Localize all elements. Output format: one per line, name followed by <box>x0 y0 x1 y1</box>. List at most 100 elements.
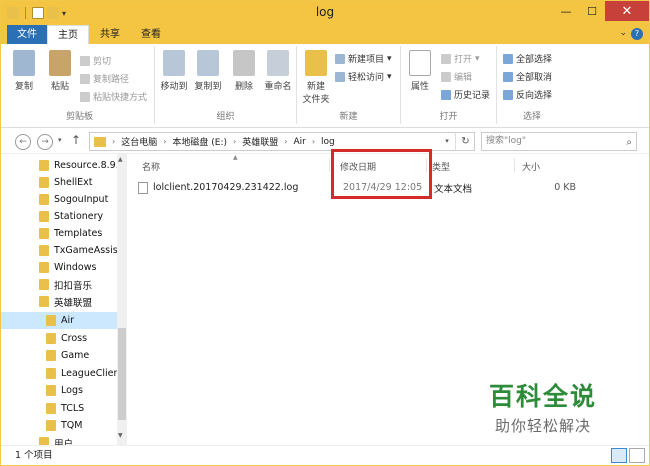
group-label: 打开 <box>439 112 458 122</box>
properties-button[interactable]: 属性 <box>403 50 437 92</box>
folder-icon <box>46 385 56 396</box>
folder-icon <box>46 368 56 379</box>
tab-home[interactable]: 主页 <box>47 25 89 44</box>
paste-shortcut-button[interactable]: 粘贴快捷方式 <box>80 90 147 103</box>
column-header-name[interactable]: 名称 <box>142 160 160 173</box>
nav-item[interactable]: Resource.8.9. <box>39 157 119 174</box>
breadcrumb-item[interactable]: 本地磁盘 (E:) <box>172 135 227 148</box>
ribbon-tabs: 文件 主页 共享 查看 <box>1 25 649 44</box>
nav-item[interactable]: TQM <box>46 417 82 434</box>
scrollbar-thumb[interactable] <box>118 328 126 420</box>
new-item-button[interactable]: 新建项目 ▾ <box>335 52 392 65</box>
copy-path-button[interactable]: 复制路径 <box>80 72 129 85</box>
nav-item[interactable]: SogouInput <box>39 191 108 208</box>
up-button[interactable]: ↑ <box>71 133 81 147</box>
folder-icon <box>94 136 106 147</box>
file-size: 0 KB <box>554 182 576 193</box>
new-group: 新建 文件夹 新建项目 ▾ 轻松访问 ▾ 新建 <box>297 46 401 124</box>
nav-item[interactable]: Game <box>46 347 89 364</box>
folder-icon <box>46 333 56 344</box>
window-controls: — ☐ ✕ <box>553 1 649 21</box>
edit-icon <box>441 71 451 82</box>
tab-share[interactable]: 共享 <box>90 25 130 44</box>
recent-locations-icon[interactable]: ▾ <box>58 136 62 144</box>
column-header-type[interactable]: 类型 <box>432 160 450 173</box>
history-button[interactable]: 历史记录 <box>441 88 490 101</box>
select-all-button[interactable]: 全部选择 <box>503 52 552 65</box>
nav-item[interactable]: Cross <box>46 330 87 347</box>
nav-item[interactable]: Windows <box>39 259 96 276</box>
details-view-icon[interactable] <box>611 448 627 463</box>
forward-button[interactable]: → <box>37 134 53 150</box>
new-folder-button[interactable]: 新建 文件夹 <box>299 50 333 105</box>
invert-selection-button[interactable]: 反向选择 <box>503 88 552 101</box>
move-to-button[interactable]: 移动到 <box>157 50 191 92</box>
nav-scrollbar[interactable]: ▲ ▼ <box>117 154 127 445</box>
window-title: log <box>315 5 335 19</box>
nav-item-selected[interactable]: Air <box>1 312 117 329</box>
folder-icon <box>39 296 49 307</box>
nav-item[interactable]: TCLS <box>46 400 84 417</box>
folder-icon <box>39 279 49 290</box>
edit-button[interactable]: 编辑 <box>441 70 472 83</box>
item-count: 1 个项目 <box>15 450 53 461</box>
folder-icon <box>39 160 49 171</box>
breadcrumb-item[interactable]: log <box>321 137 335 147</box>
navigation-pane: Resource.8.9. ShellExt SogouInput Statio… <box>1 154 128 445</box>
breadcrumb-item[interactable]: 英雄联盟 <box>242 135 278 148</box>
nav-item[interactable]: 扣扣音乐 <box>39 276 92 293</box>
back-button[interactable]: ← <box>15 134 31 150</box>
nav-item[interactable]: LeagueClien <box>46 365 119 382</box>
search-input[interactable]: 搜索"log" ⌕ <box>481 132 637 151</box>
highlight-box <box>331 149 432 199</box>
group-label: 剪贴板 <box>65 112 93 122</box>
open-group: 属性 打开 ▾ 编辑 历史记录 打开 <box>401 46 497 124</box>
copy-to-button[interactable]: 复制到 <box>191 50 225 92</box>
open-button[interactable]: 打开 ▾ <box>441 52 480 65</box>
nav-item[interactable]: Logs <box>46 382 83 399</box>
copy-path-icon <box>80 73 90 84</box>
scroll-down-icon[interactable]: ▼ <box>118 432 123 439</box>
nav-item[interactable]: TxGameAssist <box>39 242 121 259</box>
folder-icon <box>39 245 49 256</box>
nav-item[interactable]: ShellExt <box>39 174 93 191</box>
select-none-button[interactable]: 全部取消 <box>503 70 552 83</box>
close-button[interactable]: ✕ <box>605 1 649 21</box>
tab-file[interactable]: 文件 <box>7 25 47 44</box>
ribbon: 复制 粘贴 剪切 复制路径 粘贴快捷方式 剪贴板 移动到 复制到 删除 重命名 … <box>1 44 649 128</box>
scroll-up-icon[interactable]: ▲ <box>118 156 123 163</box>
help-icon[interactable]: ? <box>631 28 643 40</box>
rename-button[interactable]: 重命名 <box>261 50 295 92</box>
folder-icon <box>46 315 56 326</box>
column-header-size[interactable]: 大小 <box>522 160 540 173</box>
folder-icon <box>39 177 49 188</box>
column-divider[interactable] <box>329 158 330 172</box>
refresh-icon[interactable]: ↻ <box>455 132 475 151</box>
maximize-button[interactable]: ☐ <box>579 1 605 21</box>
folder-icon <box>39 262 49 273</box>
copy-button[interactable]: 复制 <box>7 50 41 92</box>
clipboard-group: 复制 粘贴 剪切 复制路径 粘贴快捷方式 剪贴板 <box>5 46 155 124</box>
folder-icon <box>46 403 56 414</box>
cut-button[interactable]: 剪切 <box>80 54 111 67</box>
delete-button[interactable]: 删除 <box>227 50 261 92</box>
status-bar: 1 个项目 <box>1 445 649 465</box>
easy-access-button[interactable]: 轻松访问 ▾ <box>335 70 392 83</box>
breadcrumb-item[interactable]: Air <box>293 137 305 147</box>
nav-item[interactable]: 英雄联盟 <box>39 293 92 310</box>
column-divider[interactable] <box>514 158 515 172</box>
folder-icon <box>39 228 49 239</box>
file-type: 文本文档 <box>434 183 473 195</box>
nav-item[interactable]: Stationery <box>39 208 103 225</box>
breadcrumb-item[interactable]: 这台电脑 <box>121 135 157 148</box>
minimize-button[interactable]: — <box>553 1 579 21</box>
paste-button[interactable]: 粘贴 <box>43 50 77 92</box>
folder-icon <box>39 194 49 205</box>
nav-item[interactable]: 用户 <box>39 434 73 445</box>
address-dropdown-icon[interactable]: ▾ <box>439 132 455 151</box>
nav-item[interactable]: Templates <box>39 225 102 242</box>
expand-ribbon-icon[interactable]: ⌄ <box>619 28 627 38</box>
large-icons-view-icon[interactable] <box>629 448 645 463</box>
new-item-icon <box>335 53 345 64</box>
tab-view[interactable]: 查看 <box>131 25 171 44</box>
